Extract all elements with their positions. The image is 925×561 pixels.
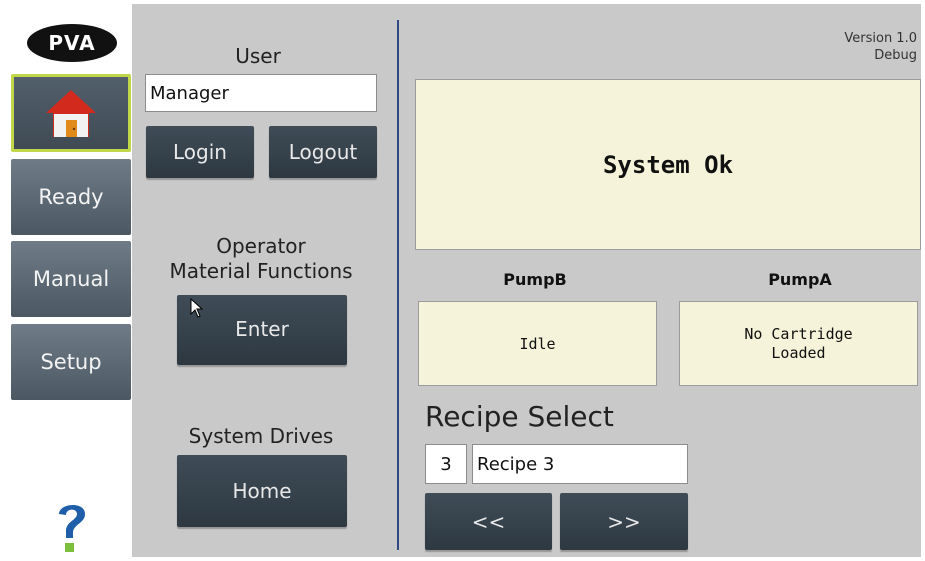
operator-label-line2: Material Functions [169,259,353,283]
recipe-prev-button[interactable]: << [425,493,552,550]
recipe-name: Recipe 3 [477,453,555,475]
version-line2: Debug [874,48,917,63]
login-label: Login [173,140,227,164]
pumpB-status: Idle [519,334,556,353]
logo-text: PVA [48,31,96,55]
nav-ready-label: Ready [38,185,104,209]
version-info: Version 1.0 Debug [844,30,917,64]
recipe-name-field: Recipe 3 [472,444,688,484]
operator-functions-label: Operator Material Functions [145,234,377,284]
pumpA-status-line1: No Cartridge [744,324,853,343]
column-divider [397,20,399,550]
nav-setup-label: Setup [40,350,102,374]
recipe-next-button[interactable]: >> [560,493,688,550]
pumpA-status-panel: No Cartridge Loaded [679,301,918,386]
system-drives-label: System Drives [188,424,334,448]
home-icon [46,90,96,137]
logout-button[interactable]: Logout [269,126,377,178]
nav-manual-label: Manual [32,267,110,291]
version-line1: Version 1.0 [844,31,917,46]
recipe-select-label: Recipe Select [425,400,614,433]
pumpB-label: PumpB [503,270,567,289]
user-label: User [235,44,281,68]
mouse-cursor-icon [190,298,204,318]
pumpA-label: PumpA [768,270,832,289]
drives-home-label: Home [232,479,292,503]
operator-label-line1: Operator [216,234,306,258]
pumpB-status-panel: Idle [418,301,657,386]
user-field[interactable]: Manager [145,74,377,112]
recipe-number-field: 3 [425,444,467,484]
logout-label: Logout [288,140,358,164]
drives-home-button[interactable]: Home [177,455,347,527]
recipe-next-label: >> [607,509,641,534]
help-icon[interactable] [52,498,92,558]
system-status-panel: System Ok [415,79,921,250]
pumpA-status-line2: Loaded [771,343,826,362]
nav-home-button[interactable] [11,74,131,152]
enter-label: Enter [235,317,289,341]
recipe-number: 3 [440,453,452,475]
login-button[interactable]: Login [146,126,254,178]
recipe-prev-label: << [471,509,506,534]
system-status-text: System Ok [602,150,734,179]
nav-manual-button[interactable]: Manual [11,241,131,317]
user-value: Manager [150,82,229,104]
nav-ready-button[interactable]: Ready [11,159,131,235]
nav-setup-button[interactable]: Setup [11,324,131,400]
left-nav: PVA Ready Manual Setup [4,4,132,557]
pva-logo: PVA [27,24,117,62]
